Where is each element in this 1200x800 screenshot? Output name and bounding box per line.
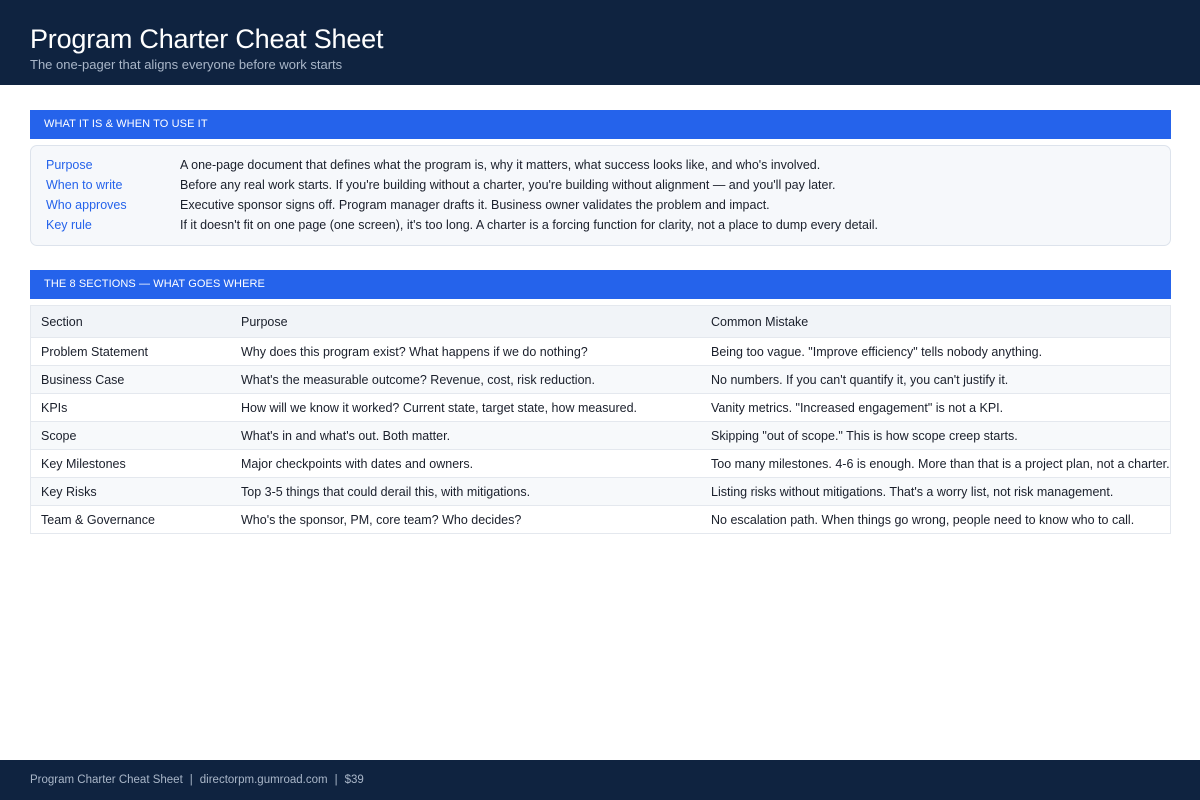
table-row: Team & Governance Who's the sponsor, PM,… [31,506,1170,534]
cheat-sheet-page: Program Charter Cheat Sheet The one-page… [0,0,1200,800]
page-footer: Program Charter Cheat Sheet | directorpm.g… [0,760,1200,800]
table-row: KPIs How will we know it worked? Current… [31,394,1170,422]
cell-purpose: What's in and what's out. Both matter. [241,429,451,443]
table-header-row: Section Purpose Common Mistake [31,305,1170,338]
cell-common-mistake: Too many milestones. 4-6 is enough. More… [711,457,1170,471]
table-row: Problem Statement Why does this program … [31,338,1170,366]
table-row: Key Milestones Major checkpoints with da… [31,450,1170,478]
cell-purpose: What's the measurable outcome? Revenue, … [241,373,595,387]
footer-separator: | [334,774,338,786]
info-box: Purpose A one-page document that defines… [30,145,1171,246]
cell-section: Team & Governance [41,513,155,527]
info-value: Executive sponsor signs off. Program man… [180,198,770,212]
cell-common-mistake: Listing risks without mitigations. That'… [711,485,1114,499]
cell-purpose: How will we know it worked? Current stat… [241,401,638,415]
cell-section: Key Milestones [41,457,126,471]
cell-section: Business Case [41,373,125,387]
footer-price: $39 [344,774,364,786]
page-header: Program Charter Cheat Sheet The one-page… [0,0,1200,85]
cell-section: Key Risks [41,485,97,499]
cell-purpose: Major checkpoints with dates and owners. [241,457,474,471]
column-header-purpose: Purpose [241,315,288,329]
section-heading-eight-sections: THE 8 SECTIONS — WHAT GOES WHERE [30,270,1171,299]
info-value: If it doesn't fit on one page (one scree… [180,218,878,232]
column-header-common-mistake: Common Mistake [711,315,809,329]
footer-site-link[interactable]: directorpm.gumroad.com [200,760,328,800]
column-header-section: Section [41,315,83,329]
footer-separator: | [189,774,193,786]
cell-purpose: Top 3-5 things that could derail this, w… [241,485,531,499]
page-subtitle: The one-pager that aligns everyone befor… [30,57,343,72]
section-heading-what-it-is: WHAT IT IS & WHEN TO USE IT [30,110,1171,139]
info-key: Purpose [46,158,93,172]
sections-table: Section Purpose Common Mistake Problem S… [30,305,1171,534]
table-row: Scope What's in and what's out. Both mat… [31,422,1170,450]
info-value: Before any real work starts. If you're b… [180,178,836,192]
footer-title: Program Charter Cheat Sheet [30,774,183,786]
cell-common-mistake: No escalation path. When things go wrong… [711,513,1135,527]
table-row: Business Case What's the measurable outc… [31,366,1170,394]
cell-common-mistake: No numbers. If you can't quantify it, yo… [711,373,1009,387]
cell-section: Scope [41,429,77,443]
info-key: Who approves [46,198,127,212]
cell-common-mistake: Skipping "out of scope." This is how sco… [711,429,1018,443]
info-key: Key rule [46,218,92,232]
cell-purpose: Who's the sponsor, PM, core team? Who de… [241,513,522,527]
cell-purpose: Why does this program exist? What happen… [241,345,588,359]
cell-common-mistake: Vanity metrics. "Increased engagement" i… [711,401,1004,415]
table-row: Key Risks Top 3-5 things that could dera… [31,478,1170,506]
info-key: When to write [46,178,123,192]
cell-common-mistake: Being too vague. "Improve efficiency" te… [711,345,1043,359]
cell-section: Problem Statement [41,345,148,359]
page-title: Program Charter Cheat Sheet [30,24,384,54]
cell-section: KPIs [41,401,68,415]
info-value: A one-page document that defines what th… [180,158,821,172]
